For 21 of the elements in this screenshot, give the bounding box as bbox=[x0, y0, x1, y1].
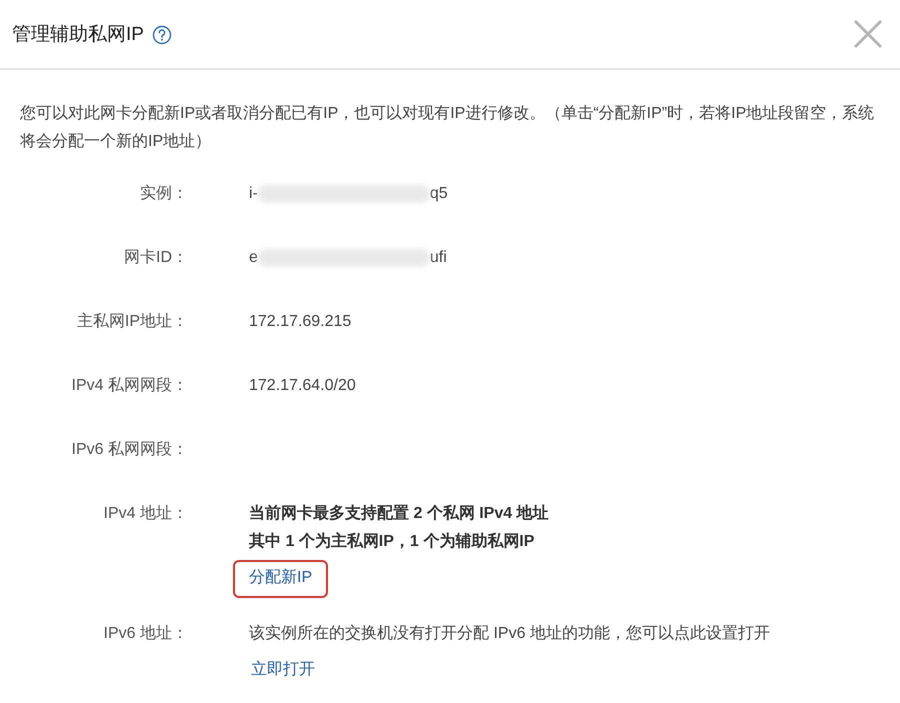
limit-notice: 其中 1 个为主私网IP，1 个为辅助私网IP bbox=[249, 531, 534, 552]
field-label: IPv4 私网网段： bbox=[70, 376, 188, 396]
enable-link[interactable]: 立即打开 bbox=[249, 652, 317, 688]
intro-text: 您可以对此网卡分配新IP或者取消分配已有IP，也可以对现有IP进行修改。（单击“分配新IP”时，若将IP地址段留空，系统将会分配一个新的IP地址） bbox=[20, 104, 876, 152]
id-suffix: q5 bbox=[430, 184, 448, 204]
field-label: 实例： bbox=[139, 184, 188, 204]
field-label: IPv4 地址： bbox=[102, 504, 188, 524]
field-value: 172.17.64.0/20 bbox=[249, 376, 356, 396]
help-icon[interactable] bbox=[152, 24, 172, 44]
assign-ip-link[interactable]: 分配新IP bbox=[233, 560, 328, 598]
field-value: 172.17.69.215 bbox=[249, 312, 352, 332]
field-label: 主私网IP地址： bbox=[76, 312, 188, 332]
id-prefix: i- bbox=[249, 184, 258, 204]
field-label: IPv6 私网网段： bbox=[70, 440, 188, 460]
limit-notice: 当前网卡最多支持配置 2 个私网 IPv4 地址 bbox=[249, 504, 549, 524]
ipv6-note: 该实例所在的交换机没有打开分配 IPv6 地址的功能，您可以点此设置打开 bbox=[249, 624, 770, 644]
id-prefix: e bbox=[249, 248, 258, 268]
field-label: 网卡ID： bbox=[123, 248, 188, 268]
dialog-title: 管理辅助私网IP bbox=[12, 23, 144, 47]
field-label: IPv6 地址： bbox=[102, 624, 188, 644]
id-suffix: ufi bbox=[430, 248, 447, 268]
